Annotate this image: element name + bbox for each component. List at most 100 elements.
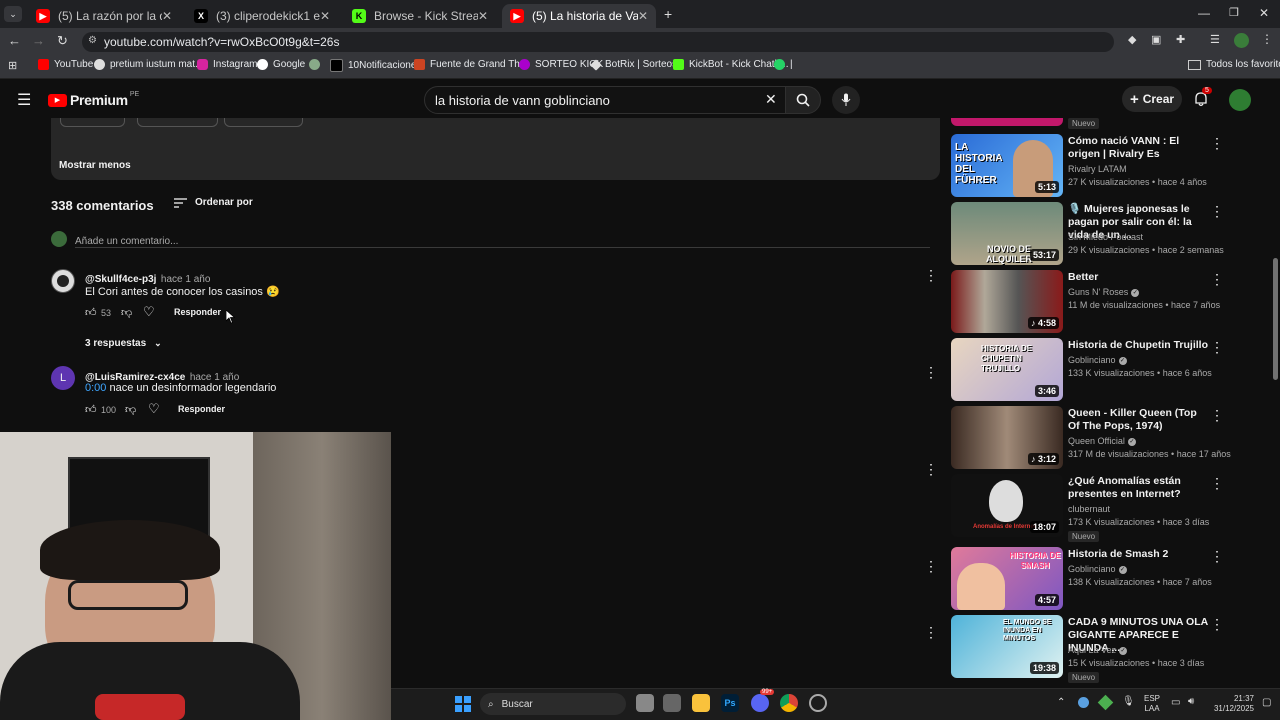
video-thumbnail[interactable]: HISTORIA DE CHUPETIN TRUJILLO 3:46	[951, 338, 1063, 401]
notification-center-icon[interactable]: ▢	[1262, 697, 1271, 708]
new-tab-button[interactable]: +	[664, 6, 672, 22]
comment-avatar[interactable]: L	[51, 366, 75, 390]
tab-2[interactable]: K Browse - Kick Streaming ✕	[344, 4, 496, 28]
video-title[interactable]: Historia de Smash 2	[1068, 548, 1208, 561]
channel-name[interactable]: Aqui La Vez ✓	[1068, 645, 1128, 655]
back-icon[interactable]: ←	[8, 33, 21, 48]
tray-chevron-icon[interactable]: ⌃	[1057, 697, 1065, 708]
search-input[interactable]: la historia de vann goblinciano ✕	[424, 86, 786, 114]
video-menu-icon[interactable]: ⋮	[1210, 340, 1224, 354]
related-video[interactable]: EL MUNDO SE INUNDA EN MINUTOS 19:38 CADA…	[951, 615, 1241, 683]
voice-search-button[interactable]	[832, 86, 860, 114]
video-title[interactable]: Better	[1068, 271, 1208, 284]
close-icon[interactable]: ✕	[638, 9, 648, 23]
maximize-button[interactable]: ❐	[1229, 6, 1239, 19]
video-title[interactable]: Historia de Chupetin Trujillo	[1068, 339, 1208, 352]
tab-1[interactable]: X (3) cliperodekick1 en X: "El plen ✕	[186, 4, 338, 28]
close-icon[interactable]: ✕	[320, 9, 330, 23]
description-box[interactable]	[51, 118, 940, 180]
video-thumbnail[interactable]: ♪ 4:58	[951, 270, 1063, 333]
video-thumbnail[interactable]: EL MUNDO SE INUNDA EN MINUTOS 19:38	[951, 615, 1063, 678]
minimize-button[interactable]: —	[1198, 6, 1210, 20]
clear-search-icon[interactable]: ✕	[765, 91, 777, 108]
menu-icon[interactable]: ⋮	[1261, 32, 1273, 46]
video-menu-icon[interactable]: ⋮	[1210, 549, 1224, 563]
video-title[interactable]: Queen - Killer Queen (Top Of The Pops, 1…	[1068, 407, 1208, 433]
related-video[interactable]: ♪ 3:12 Queen - Killer Queen (Top Of The …	[951, 406, 1241, 470]
notifications-button[interactable]: 5	[1193, 87, 1212, 107]
description-chip[interactable]	[137, 118, 218, 127]
tab-3[interactable]: ▶ (5) La historia de Vann - YouTub ✕	[502, 4, 656, 28]
tray-icon[interactable]	[1078, 697, 1089, 708]
heart-icon[interactable]: ♡	[148, 401, 160, 417]
description-chip[interactable]	[60, 118, 125, 127]
show-less-button[interactable]: Mostrar menos	[59, 160, 131, 171]
related-video[interactable]: LA HISTORIA DEL FÜHRER 5:13 Cómo nació V…	[951, 134, 1241, 198]
search-button[interactable]	[785, 86, 821, 114]
create-button[interactable]: + Crear	[1122, 86, 1182, 112]
file-explorer-icon[interactable]	[692, 694, 710, 712]
bookmark-kickbot[interactable]: KickBot - Kick Chatb...	[673, 59, 788, 70]
bookmark-instagram[interactable]: Instagram	[197, 59, 257, 70]
task-view-icon[interactable]	[636, 694, 654, 712]
video-menu-icon[interactable]: ⋮	[1210, 272, 1224, 286]
bookmark-extension[interactable]	[309, 59, 325, 70]
reload-icon[interactable]: ↻	[57, 33, 68, 49]
related-video[interactable]: Anomalías de Internet 18:07 ¿Qué Anomalí…	[951, 474, 1241, 542]
video-menu-icon[interactable]: ⋮	[1210, 204, 1224, 218]
dislike-button[interactable]: 👎︎	[121, 306, 132, 319]
sort-button[interactable]: Ordenar por	[174, 197, 253, 208]
bookmark-pretium[interactable]: pretium iustum mat...	[94, 59, 203, 70]
bookmark-whatsapp[interactable]: |	[774, 59, 793, 70]
heart-icon[interactable]: ♡	[143, 304, 155, 320]
site-info-icon[interactable]: ⚙	[88, 35, 97, 46]
bookmark-youtube[interactable]: YouTube	[38, 59, 93, 70]
video-menu-icon[interactable]: ⋮	[1210, 408, 1224, 422]
windows-start-icon[interactable]	[455, 696, 471, 712]
bookmark-google[interactable]: Google	[257, 59, 305, 70]
address-bar[interactable]: ⚙ youtube.com/watch?v=rwOxBcO0t9g&t=26s	[82, 32, 1114, 52]
channel-name[interactable]: clubernaut	[1068, 504, 1110, 514]
video-title[interactable]: Cómo nació VANN : El origen | Rivalry Es	[1068, 135, 1208, 161]
sidebar-top-thumb[interactable]	[951, 118, 1063, 126]
comment-menu-icon[interactable]: ⋮	[924, 461, 938, 478]
extension-icon[interactable]: ▣	[1151, 33, 1161, 46]
video-menu-icon[interactable]: ⋮	[1210, 136, 1224, 150]
reply-button[interactable]: Responder	[174, 307, 221, 317]
discord-icon[interactable]	[751, 694, 769, 712]
tab-0[interactable]: ▶ (5) La razón por la que en Core ✕	[28, 4, 180, 28]
chrome-icon[interactable]	[780, 694, 798, 712]
related-video[interactable]: HISTORIA DE CHUPETIN TRUJILLO 3:46 Histo…	[951, 338, 1241, 402]
related-video[interactable]: ♪ 4:58 Better Guns N' Roses ✓ 11 M de vis…	[951, 270, 1241, 334]
video-thumbnail[interactable]: ♪ 3:12	[951, 406, 1063, 469]
video-menu-icon[interactable]: ⋮	[1210, 617, 1224, 631]
youtube-logo[interactable]: ▶ Premium PE	[48, 91, 139, 108]
apps-icon[interactable]: ⊞	[8, 59, 17, 72]
related-video[interactable]: HISTORIA DE SMASH 4:57 Historia de Smash…	[951, 547, 1241, 611]
dislike-button[interactable]: 👎︎	[125, 403, 136, 416]
app-icon[interactable]	[663, 694, 681, 712]
video-title[interactable]: ¿Qué Anomalías están presentes en Intern…	[1068, 475, 1208, 501]
channel-name[interactable]: Guns N' Roses ✓	[1068, 287, 1140, 297]
taskbar-search[interactable]: ⌕ Buscar	[480, 693, 626, 715]
related-video[interactable]: NOVIO DE ALQUILER 53:17 🎙️ Mujeres japon…	[951, 202, 1241, 266]
video-thumbnail[interactable]: HISTORIA DE SMASH 4:57	[951, 547, 1063, 610]
mic-tray-icon[interactable]: 🎙︎	[1122, 696, 1135, 707]
hamburger-menu-icon[interactable]: ☰	[17, 90, 31, 110]
timestamp-link[interactable]: 0:00	[85, 382, 106, 394]
avatar[interactable]	[1229, 89, 1251, 111]
replies-toggle[interactable]: 3 respuestas ⌄	[85, 338, 162, 349]
add-comment-input[interactable]: Añade un comentario...	[75, 231, 930, 248]
channel-name[interactable]: Rivalry LATAM	[1068, 164, 1127, 174]
bookmark-botrix[interactable]: BotRix | Sorteos	[590, 58, 677, 71]
profile-avatar[interactable]	[1234, 33, 1249, 48]
video-thumbnail[interactable]: LA HISTORIA DEL FÜHRER 5:13	[951, 134, 1063, 197]
comment-author[interactable]: @Skullf4ce-p3j	[85, 274, 156, 285]
comment-menu-icon[interactable]: ⋮	[924, 364, 938, 381]
page-scrollbar[interactable]	[1271, 118, 1280, 688]
scrollbar-thumb[interactable]	[1273, 258, 1278, 380]
close-icon[interactable]: ✕	[162, 9, 172, 23]
reply-button[interactable]: Responder	[178, 404, 225, 414]
language-indicator[interactable]: ESP LAA	[1144, 694, 1160, 714]
channel-name[interactable]: Queen Official ✓	[1068, 436, 1136, 446]
